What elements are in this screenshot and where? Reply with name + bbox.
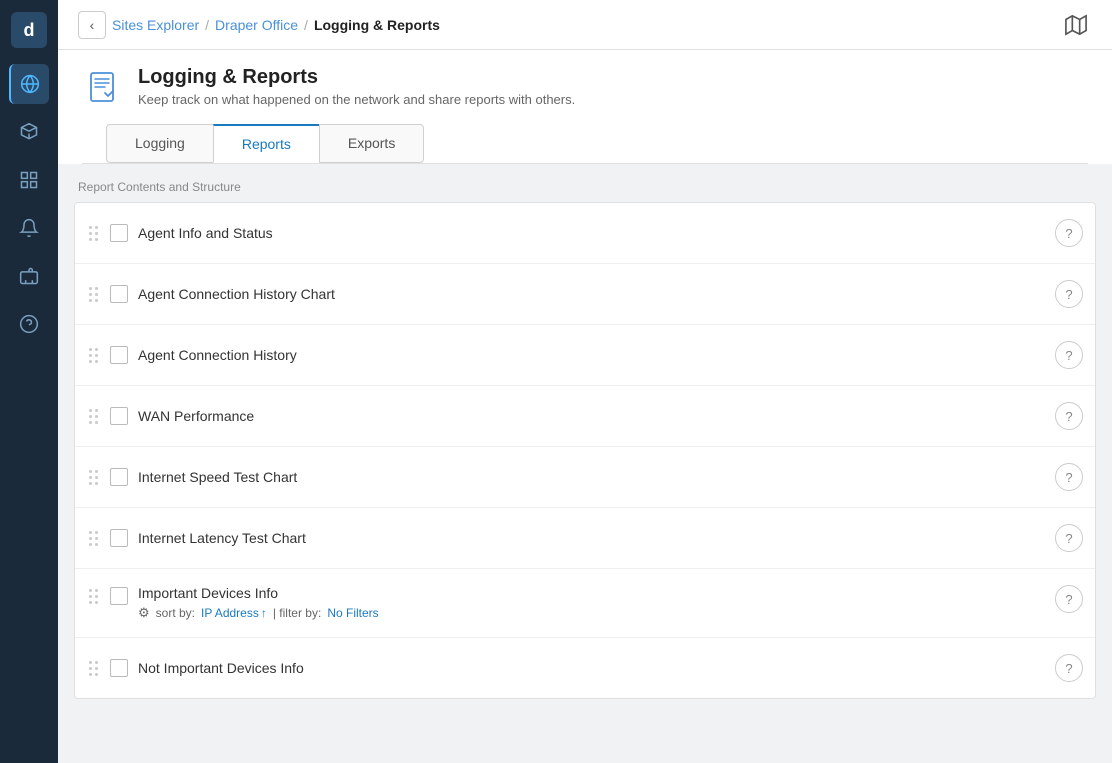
sort-direction: ↑	[261, 606, 267, 620]
help-icon[interactable]: ?	[1055, 524, 1083, 552]
row-label: Important Devices Info	[138, 585, 1045, 601]
sidebar-item-support[interactable]	[9, 304, 49, 344]
row-checkbox[interactable]	[110, 346, 128, 364]
breadcrumb-office[interactable]: Draper Office	[215, 17, 298, 33]
row-checkbox[interactable]	[110, 468, 128, 486]
sort-by-label: sort by:	[156, 606, 195, 620]
sidebar: d	[0, 0, 58, 763]
tab-logging[interactable]: Logging	[106, 124, 214, 163]
help-icon[interactable]: ?	[1055, 463, 1083, 491]
drag-handle[interactable]	[87, 587, 100, 606]
sidebar-logo[interactable]: d	[11, 12, 47, 48]
drag-handle[interactable]	[87, 346, 100, 365]
drag-handle[interactable]	[87, 659, 100, 678]
report-row: Agent Connection History ?	[75, 325, 1095, 386]
help-icon[interactable]: ?	[1055, 280, 1083, 308]
content-area: Report Contents and Structure Agent Info…	[58, 164, 1112, 763]
report-row: Not Important Devices Info ?	[75, 638, 1095, 698]
row-label: Agent Info and Status	[138, 225, 1045, 241]
filter-icon: ⚙	[138, 605, 150, 621]
report-row: WAN Performance ?	[75, 386, 1095, 447]
sidebar-item-dashboard[interactable]	[9, 160, 49, 200]
row-checkbox[interactable]	[110, 659, 128, 677]
row-label: WAN Performance	[138, 408, 1045, 424]
drag-handle[interactable]	[87, 468, 100, 487]
drag-handle[interactable]	[87, 529, 100, 548]
drag-handle[interactable]	[87, 407, 100, 426]
tab-reports[interactable]: Reports	[213, 124, 320, 163]
sort-value-link[interactable]: IP Address ↑	[201, 606, 267, 620]
help-icon[interactable]: ?	[1055, 402, 1083, 430]
help-icon[interactable]: ?	[1055, 654, 1083, 682]
sidebar-item-devices[interactable]	[9, 112, 49, 152]
report-row: Agent Info and Status ?	[75, 203, 1095, 264]
report-row-important-devices: Important Devices Info ⚙ sort by: IP Add…	[75, 569, 1095, 638]
filter-value-link[interactable]: No Filters	[327, 606, 378, 620]
row-checkbox[interactable]	[110, 224, 128, 242]
sort-value: IP Address	[201, 606, 259, 620]
help-icon[interactable]: ?	[1055, 585, 1083, 613]
row-label: Agent Connection History Chart	[138, 286, 1045, 302]
report-row: Agent Connection History Chart ?	[75, 264, 1095, 325]
drag-handle[interactable]	[87, 285, 100, 304]
report-row: Internet Speed Test Chart ?	[75, 447, 1095, 508]
main-content: ‹ Sites Explorer / Draper Office / Loggi…	[58, 0, 1112, 763]
row-extra: ⚙ sort by: IP Address ↑ | filter by: No …	[138, 605, 1045, 621]
row-checkbox[interactable]	[110, 529, 128, 547]
breadcrumb-sep2: /	[304, 17, 308, 33]
report-rows-container: Agent Info and Status ? Agent Connection…	[74, 202, 1096, 699]
row-label: Internet Speed Test Chart	[138, 469, 1045, 485]
report-row: Internet Latency Test Chart ?	[75, 508, 1095, 569]
page-header: Logging & Reports Keep track on what hap…	[58, 50, 1112, 164]
row-label: Internet Latency Test Chart	[138, 530, 1045, 546]
breadcrumb-current: Logging & Reports	[314, 17, 440, 33]
topbar: ‹ Sites Explorer / Draper Office / Loggi…	[58, 0, 1112, 50]
tab-exports[interactable]: Exports	[319, 124, 424, 163]
breadcrumb-sep1: /	[205, 17, 209, 33]
row-label: Not Important Devices Info	[138, 660, 1045, 676]
help-icon[interactable]: ?	[1055, 219, 1083, 247]
drag-handle[interactable]	[87, 224, 100, 243]
row-label: Agent Connection History	[138, 347, 1045, 363]
page-header-icon	[82, 66, 124, 108]
sidebar-item-tickets[interactable]	[9, 256, 49, 296]
section-label: Report Contents and Structure	[74, 180, 1096, 194]
page-title: Logging & Reports	[138, 66, 575, 89]
breadcrumb: ‹ Sites Explorer / Draper Office / Loggi…	[78, 11, 440, 39]
page-description: Keep track on what happened on the netwo…	[138, 92, 575, 107]
map-icon[interactable]	[1060, 9, 1092, 41]
row-checkbox[interactable]	[110, 285, 128, 303]
sidebar-item-alerts[interactable]	[9, 208, 49, 248]
tabs-bar: Logging Reports Exports	[82, 124, 1088, 164]
row-checkbox[interactable]	[110, 587, 128, 605]
breadcrumb-sites[interactable]: Sites Explorer	[112, 17, 199, 33]
back-button[interactable]: ‹	[78, 11, 106, 39]
sidebar-item-globe[interactable]	[9, 64, 49, 104]
row-checkbox[interactable]	[110, 407, 128, 425]
help-icon[interactable]: ?	[1055, 341, 1083, 369]
filter-separator: | filter by:	[273, 606, 321, 620]
